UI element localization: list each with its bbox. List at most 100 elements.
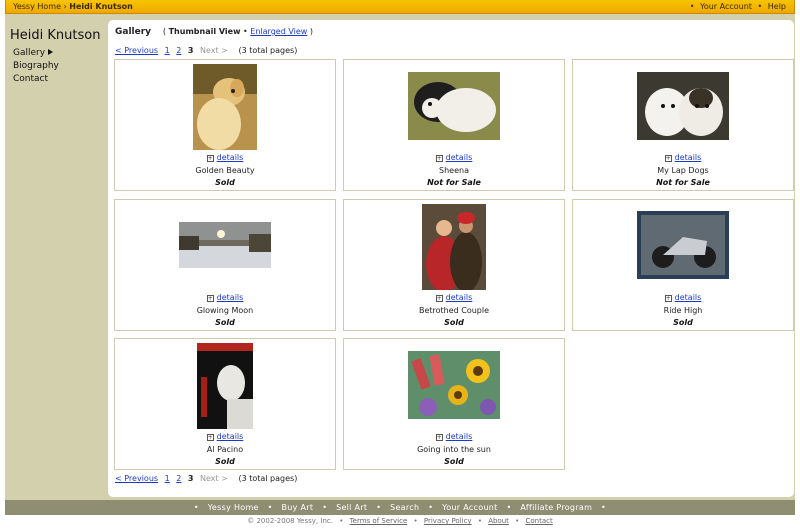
plus-icon[interactable]: +	[435, 434, 443, 441]
bullet: •	[757, 2, 763, 11]
gallery-header: Gallery ( Thumbnail View • Enlarged View…	[115, 27, 313, 37]
plus-icon[interactable]: +	[206, 434, 214, 441]
view-switcher: ( Thumbnail View • Enlarged View )	[163, 27, 313, 36]
plus-icon[interactable]: +	[435, 295, 443, 302]
top-breadcrumb-bar: Yessy Home › Heidi Knutson • Your Accoun…	[5, 0, 795, 14]
artwork-card: + details Ride High Sold	[572, 199, 794, 331]
artwork-card: + details Going into the sun Sold	[343, 338, 565, 470]
sidebar: Heidi Knutson Gallery Biography Contact	[5, 14, 107, 499]
artwork-thumbnail[interactable]	[637, 72, 729, 140]
arrow-right-icon	[48, 49, 54, 55]
footer-link-buy-art[interactable]: Buy Art	[282, 503, 314, 512]
enlarged-view-link[interactable]: Enlarged View	[250, 27, 307, 36]
total-pages: (3 total pages)	[238, 474, 298, 483]
artwork-card: + details Sheena Not for Sale	[343, 59, 565, 191]
artwork-thumbnail[interactable]	[408, 351, 500, 419]
breadcrumb-current: Heidi Knutson	[69, 2, 133, 11]
your-account-link[interactable]: Your Account	[700, 2, 752, 11]
bullet: •	[376, 503, 382, 512]
details-link[interactable]: details	[217, 432, 244, 441]
page-link-2[interactable]: 2	[176, 474, 181, 483]
paren: (	[162, 27, 167, 36]
sidebar-item-gallery[interactable]: Gallery	[10, 47, 107, 60]
about-link[interactable]: About	[488, 517, 509, 525]
bullet: •	[193, 503, 199, 512]
bullet: •	[322, 503, 328, 512]
bullet: •	[601, 503, 607, 512]
sidebar-item-label: Gallery	[13, 48, 46, 58]
artwork-status: Sold	[215, 457, 235, 466]
bullet: •	[689, 2, 695, 11]
artwork-status: Sold	[444, 457, 464, 466]
pager-bottom: < Previous 1 2 3 Next > (3 total pages)	[115, 474, 301, 483]
paren: )	[309, 27, 313, 36]
artwork-thumbnail[interactable]	[422, 204, 486, 290]
plus-icon[interactable]: +	[435, 155, 443, 162]
details-row: + details	[344, 293, 564, 302]
top-right-links: • Your Account • Help	[687, 0, 786, 13]
artwork-card: + details Golden Beauty Sold	[114, 59, 336, 191]
details-link[interactable]: details	[675, 293, 702, 302]
footer-link-affiliate-program[interactable]: Affiliate Program	[520, 503, 592, 512]
footer-link-your-account[interactable]: Your Account	[442, 503, 498, 512]
breadcrumb-home-link[interactable]: Yessy Home	[13, 2, 61, 11]
previous-page-link[interactable]: < Previous	[115, 46, 158, 55]
artwork-title: Al Pacino	[206, 445, 244, 454]
artwork-title: Glowing Moon	[196, 306, 254, 315]
artwork-status: Sold	[215, 318, 235, 327]
page-frame: Heidi Knutson Gallery Biography Contact …	[5, 14, 795, 515]
details-link[interactable]: details	[217, 293, 244, 302]
current-page: 3	[187, 46, 194, 55]
gallery-content: Gallery ( Thumbnail View • Enlarged View…	[108, 20, 794, 497]
details-link[interactable]: details	[446, 432, 473, 441]
plus-icon[interactable]: +	[664, 155, 672, 162]
artwork-title: My Lap Dogs	[657, 166, 709, 175]
page-link-2[interactable]: 2	[176, 46, 181, 55]
plus-icon[interactable]: +	[206, 295, 214, 302]
details-link[interactable]: details	[446, 293, 473, 302]
details-row: + details	[344, 432, 564, 441]
terms-of-service-link[interactable]: Terms of Service	[350, 517, 408, 525]
details-link[interactable]: details	[217, 153, 244, 162]
artwork-thumbnail[interactable]	[193, 64, 257, 150]
bullet: •	[243, 27, 248, 36]
help-link[interactable]: Help	[768, 2, 786, 11]
next-page-disabled: Next >	[200, 46, 228, 55]
details-link[interactable]: details	[446, 153, 473, 162]
artwork-card: + details Glowing Moon Sold	[114, 199, 336, 331]
artwork-thumbnail[interactable]	[408, 72, 500, 140]
artwork-status: Not for Sale	[656, 178, 710, 187]
bullet: •	[267, 503, 273, 512]
artwork-thumbnail[interactable]	[179, 222, 271, 268]
thumbnail-view-label: Thumbnail View	[168, 27, 241, 36]
details-row: + details	[115, 153, 335, 162]
artist-name: Heidi Knutson	[10, 28, 101, 43]
bullet: •	[339, 517, 344, 525]
artwork-status: Sold	[673, 318, 693, 327]
contact-link[interactable]: Contact	[526, 517, 553, 525]
footer-link-yessy-home[interactable]: Yessy Home	[208, 503, 259, 512]
page-title: Gallery	[115, 27, 152, 37]
artwork-thumbnail[interactable]	[637, 211, 729, 279]
details-link[interactable]: details	[675, 153, 702, 162]
artwork-status: Not for Sale	[427, 178, 481, 187]
details-row: + details	[344, 153, 564, 162]
footer-link-sell-art[interactable]: Sell Art	[336, 503, 367, 512]
details-row: + details	[115, 432, 335, 441]
plus-icon[interactable]: +	[206, 155, 214, 162]
sidebar-item-contact[interactable]: Contact	[10, 73, 107, 86]
sidebar-item-biography[interactable]: Biography	[10, 60, 107, 73]
page-link-1[interactable]: 1	[165, 46, 170, 55]
total-pages: (3 total pages)	[238, 46, 298, 55]
previous-page-link[interactable]: < Previous	[115, 474, 158, 483]
artwork-title: Golden Beauty	[195, 166, 255, 175]
artwork-card: + details My Lap Dogs Not for Sale	[572, 59, 794, 191]
artwork-status: Sold	[215, 178, 235, 187]
privacy-policy-link[interactable]: Privacy Policy	[424, 517, 472, 525]
plus-icon[interactable]: +	[664, 295, 672, 302]
artwork-thumbnail[interactable]	[197, 343, 253, 429]
details-row: + details	[573, 293, 793, 302]
footer-link-search[interactable]: Search	[390, 503, 419, 512]
page-link-1[interactable]: 1	[165, 474, 170, 483]
next-page-disabled: Next >	[200, 474, 228, 483]
